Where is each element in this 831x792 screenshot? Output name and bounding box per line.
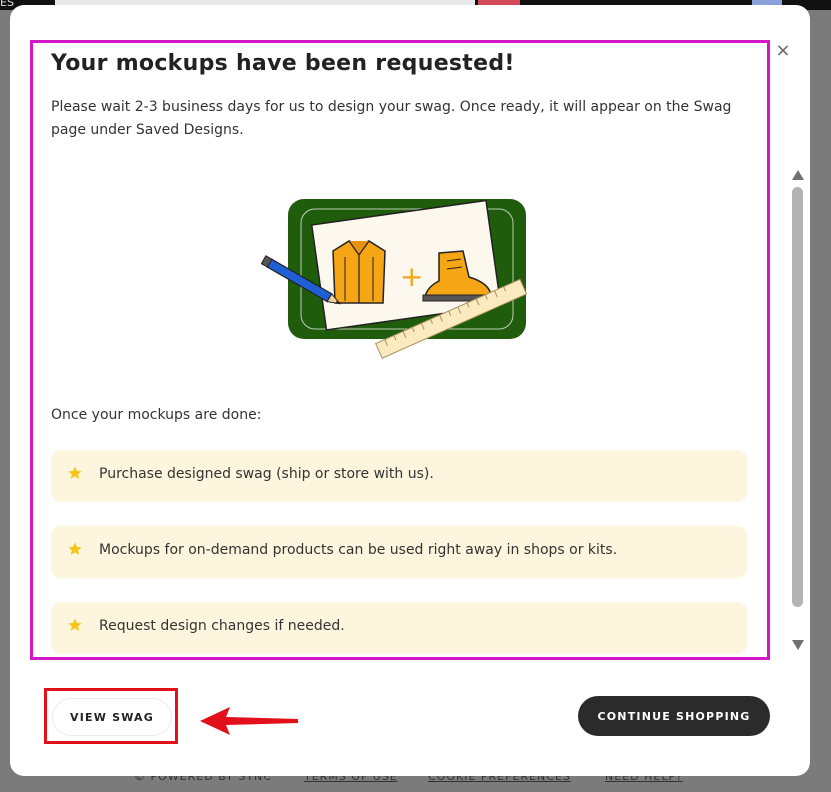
benefit-text: Mockups for on-demand products can be us…	[99, 542, 618, 558]
arrow-left-icon	[200, 707, 298, 735]
star-icon	[68, 466, 82, 479]
star-icon	[68, 618, 82, 631]
scroll-down-icon[interactable]	[792, 640, 804, 650]
plus-sign: +	[400, 260, 423, 293]
benefit-item: Mockups for on-demand products can be us…	[51, 526, 747, 578]
view-swag-button[interactable]: VIEW SWAG	[52, 698, 172, 736]
modal-description: Please wait 2-3 business days for us to …	[51, 99, 732, 138]
list-heading: Once your mockups are done:	[51, 407, 262, 423]
scrollbar-thumb[interactable]	[792, 187, 803, 607]
mockup-requested-modal: × Your mockups have been requested! Plea…	[10, 5, 810, 776]
modal-scrollbar[interactable]	[790, 165, 806, 655]
benefit-item: Purchase designed swag (ship or store wi…	[51, 450, 747, 502]
benefit-text: Request design changes if needed.	[99, 618, 345, 634]
background-header-text: ES	[0, 0, 14, 9]
benefit-text: Purchase designed swag (ship or store wi…	[99, 466, 434, 482]
modal-content-highlight: Your mockups have been requested! Please…	[30, 40, 770, 660]
star-icon	[68, 542, 82, 555]
close-icon[interactable]: ×	[775, 42, 791, 60]
mockup-illustration: +	[261, 199, 528, 359]
benefit-item: Request design changes if needed.	[51, 602, 747, 654]
shirt-icon	[332, 240, 386, 304]
modal-title: Your mockups have been requested!	[51, 51, 515, 76]
continue-shopping-button[interactable]: CONTINUE SHOPPING	[578, 696, 770, 736]
scroll-up-icon[interactable]	[792, 170, 804, 180]
